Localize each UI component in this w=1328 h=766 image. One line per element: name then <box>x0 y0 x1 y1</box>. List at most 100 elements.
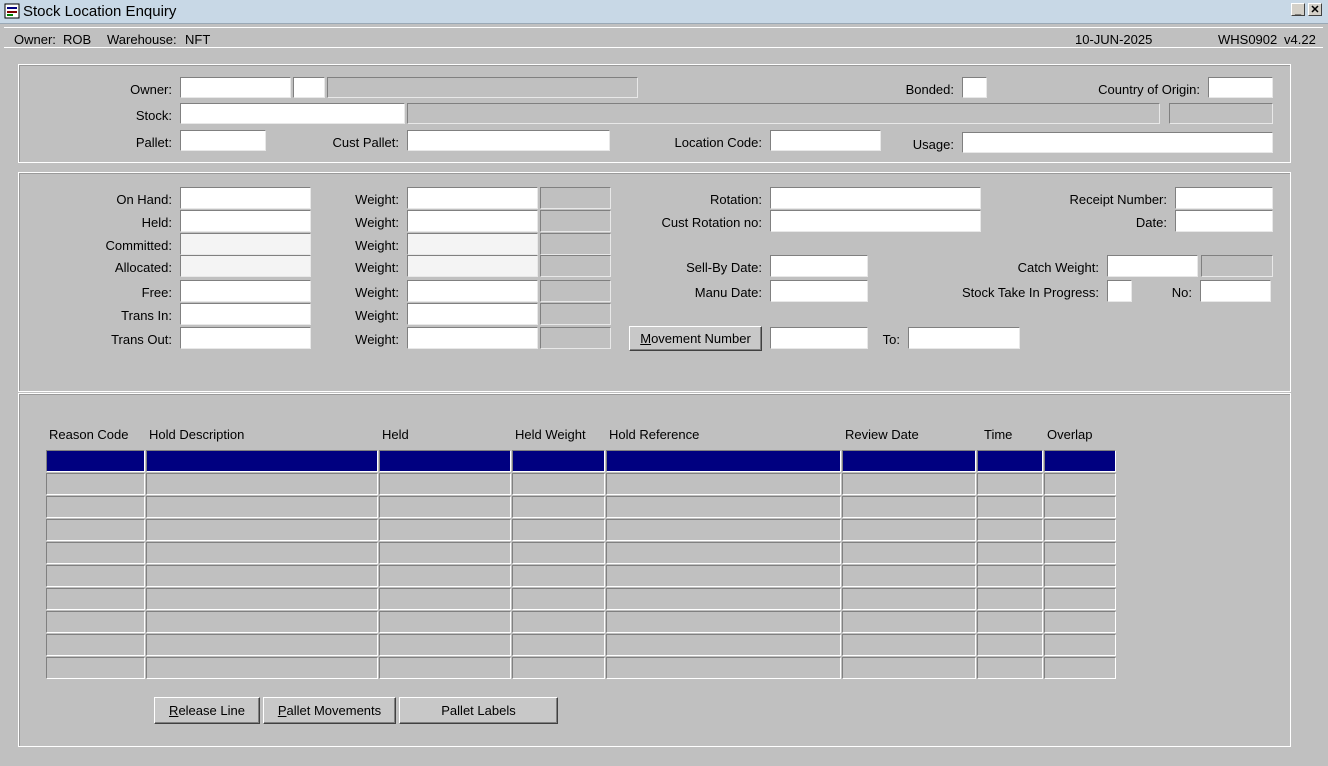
catch-weight-field[interactable] <box>1107 255 1198 277</box>
table-cell[interactable] <box>46 450 145 472</box>
table-cell[interactable] <box>146 611 378 633</box>
table-cell[interactable] <box>1044 611 1116 633</box>
trans-out-field[interactable] <box>180 327 311 349</box>
table-cell[interactable] <box>46 542 145 564</box>
trans-out-weight-field[interactable] <box>407 327 538 349</box>
table-cell[interactable] <box>512 634 605 656</box>
owner-field[interactable] <box>180 77 291 98</box>
table-cell[interactable] <box>46 634 145 656</box>
table-cell[interactable] <box>1044 542 1116 564</box>
table-cell[interactable] <box>977 588 1043 610</box>
table-cell[interactable] <box>977 634 1043 656</box>
cust-pallet-field[interactable] <box>407 130 610 151</box>
table-cell[interactable] <box>512 450 605 472</box>
held-field[interactable] <box>180 210 311 232</box>
table-cell[interactable] <box>842 450 976 472</box>
table-cell[interactable] <box>606 519 841 541</box>
pallet-field[interactable] <box>180 130 266 151</box>
table-cell[interactable] <box>842 473 976 495</box>
table-cell[interactable] <box>1044 473 1116 495</box>
table-cell[interactable] <box>46 473 145 495</box>
table-cell[interactable] <box>1044 496 1116 518</box>
table-cell[interactable] <box>512 657 605 679</box>
table-cell[interactable] <box>146 565 378 587</box>
table-cell[interactable] <box>379 611 511 633</box>
table-cell[interactable] <box>146 657 378 679</box>
table-cell[interactable] <box>977 519 1043 541</box>
table-cell[interactable] <box>46 657 145 679</box>
table-cell[interactable] <box>46 611 145 633</box>
table-cell[interactable] <box>146 542 378 564</box>
table-cell[interactable] <box>1044 450 1116 472</box>
table-cell[interactable] <box>512 588 605 610</box>
table-cell[interactable] <box>512 565 605 587</box>
table-cell[interactable] <box>512 519 605 541</box>
table-cell[interactable] <box>379 473 511 495</box>
stock-field[interactable] <box>180 103 405 124</box>
movement-number-button[interactable]: Movement Number <box>629 326 762 351</box>
table-cell[interactable] <box>977 611 1043 633</box>
stock-take-no-field[interactable] <box>1200 280 1271 302</box>
table-cell[interactable] <box>379 634 511 656</box>
table-cell[interactable] <box>842 611 976 633</box>
on-hand-field[interactable] <box>180 187 311 209</box>
table-cell[interactable] <box>512 611 605 633</box>
table-cell[interactable] <box>146 519 378 541</box>
table-cell[interactable] <box>977 565 1043 587</box>
release-line-button[interactable]: Release Line <box>154 697 260 724</box>
table-cell[interactable] <box>1044 588 1116 610</box>
table-cell[interactable] <box>379 450 511 472</box>
table-cell[interactable] <box>146 450 378 472</box>
table-cell[interactable] <box>606 496 841 518</box>
free-weight-field[interactable] <box>407 280 538 302</box>
receipt-number-field[interactable] <box>1175 187 1273 209</box>
table-cell[interactable] <box>146 473 378 495</box>
table-cell[interactable] <box>977 473 1043 495</box>
receipt-date-field[interactable] <box>1175 210 1273 232</box>
rotation-field[interactable] <box>770 187 981 209</box>
table-cell[interactable] <box>1044 657 1116 679</box>
movement-number-field[interactable] <box>770 327 868 349</box>
country-origin-field[interactable] <box>1208 77 1273 98</box>
table-cell[interactable] <box>379 519 511 541</box>
table-cell[interactable] <box>977 542 1043 564</box>
table-cell[interactable] <box>512 542 605 564</box>
cust-rotation-field[interactable] <box>770 210 981 232</box>
table-cell[interactable] <box>606 565 841 587</box>
table-cell[interactable] <box>842 588 976 610</box>
table-cell[interactable] <box>146 634 378 656</box>
table-cell[interactable] <box>842 542 976 564</box>
free-field[interactable] <box>180 280 311 302</box>
table-cell[interactable] <box>606 473 841 495</box>
table-cell[interactable] <box>842 519 976 541</box>
owner-suffix-field[interactable] <box>293 77 325 98</box>
table-cell[interactable] <box>606 657 841 679</box>
table-cell[interactable] <box>842 634 976 656</box>
close-icon[interactable]: ✕ <box>1308 3 1322 16</box>
trans-in-field[interactable] <box>180 303 311 325</box>
stock-take-field[interactable] <box>1107 280 1132 302</box>
table-cell[interactable] <box>46 496 145 518</box>
movement-to-field[interactable] <box>908 327 1020 349</box>
pallet-labels-button[interactable]: Pallet Labels <box>399 697 558 724</box>
table-cell[interactable] <box>1044 519 1116 541</box>
table-cell[interactable] <box>379 588 511 610</box>
held-weight-field[interactable] <box>407 210 538 232</box>
allocated-weight-field[interactable] <box>407 255 538 277</box>
table-cell[interactable] <box>842 496 976 518</box>
table-cell[interactable] <box>379 542 511 564</box>
table-cell[interactable] <box>379 657 511 679</box>
table-cell[interactable] <box>606 588 841 610</box>
table-cell[interactable] <box>46 565 145 587</box>
committed-weight-field[interactable] <box>407 233 538 255</box>
table-cell[interactable] <box>146 588 378 610</box>
minimize-icon[interactable]: _ <box>1291 3 1305 16</box>
table-cell[interactable] <box>1044 634 1116 656</box>
table-cell[interactable] <box>1044 565 1116 587</box>
usage-field[interactable] <box>962 132 1273 153</box>
table-cell[interactable] <box>842 657 976 679</box>
bonded-field[interactable] <box>962 77 987 98</box>
sell-by-date-field[interactable] <box>770 255 868 277</box>
table-cell[interactable] <box>512 496 605 518</box>
table-cell[interactable] <box>46 519 145 541</box>
